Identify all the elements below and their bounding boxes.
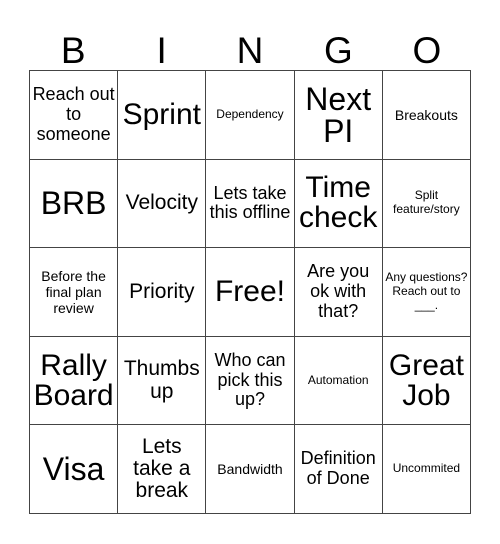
bingo-cell-label: Lets take a break [133,434,191,503]
bingo-cell-label: Priority [129,279,195,303]
bingo-cell-label: Reach out to someone [32,84,115,144]
bingo-cell[interactable]: Sprint [118,71,207,160]
bingo-cell-label: Sprint [122,97,201,131]
bingo-cell[interactable]: Definition of Done [294,425,383,514]
bingo-cell[interactable]: Thumbs up [118,336,207,426]
bingo-cell-label: Thumbs up [123,357,200,403]
bingo-cell[interactable]: Split feature/story [382,159,471,249]
header-letter-b: B [60,30,86,71]
bingo-cell[interactable]: Reach out to someone [30,71,119,160]
bingo-cell-label: Dependency [216,106,284,121]
bingo-cell-label: Who can pick this up? [214,349,286,410]
bingo-cell-label: Great Job [388,348,464,412]
bingo-cell[interactable]: Before the final plan review [30,248,119,337]
bingo-cell-label: Bandwidth [217,461,283,478]
bingo-cell-label: Any questions? Reach out to ___. [385,270,468,312]
bingo-cell[interactable]: BRB [30,159,119,249]
bingo-cell[interactable]: Lets take this offline [206,159,295,249]
bingo-cell[interactable]: Time check [294,159,383,249]
bingo-cell[interactable]: Dependency [206,71,295,160]
bingo-cell-label: Free! [214,274,285,308]
bingo-free-space[interactable]: Free! [206,248,295,337]
header-letter-o: O [412,30,442,71]
bingo-cell-label: Split feature/story [393,188,460,217]
bingo-cell[interactable]: Breakouts [382,71,471,160]
bingo-cell-label: Before the final plan review [41,267,106,317]
bingo-cell[interactable]: Velocity [118,159,207,249]
bingo-cell-label: Automation [307,372,369,387]
header-letter-g: G [324,30,353,71]
bingo-cell[interactable]: Next PI [294,71,383,160]
bingo-cell[interactable]: Uncommited [382,425,471,514]
bingo-cell[interactable]: Great Job [382,336,471,426]
bingo-cell-label: Breakouts [394,106,458,123]
bingo-cell[interactable]: Who can pick this up? [206,336,295,426]
bingo-header: B I N G O [29,12,471,70]
bingo-cell[interactable]: Automation [294,336,383,426]
bingo-cell[interactable]: Lets take a break [118,425,207,514]
bingo-cell[interactable]: Any questions? Reach out to ___. [382,248,471,337]
bingo-grid: Reach out to someone Sprint Dependency Next… [29,70,471,514]
bingo-cell-label: Time check [299,171,378,235]
bingo-card: B I N G O Reach out to someone Sprint Depe… [0,0,500,544]
bingo-cell-label: Are you ok with that? [307,261,370,321]
bingo-cell[interactable]: Bandwidth [206,425,295,514]
bingo-cell-label: Uncommited [392,461,461,476]
bingo-cell-label: Rally Board [33,348,114,412]
bingo-cell[interactable]: Visa [30,425,119,514]
bingo-cell-label: Lets take this offline [209,182,291,223]
bingo-cell-label: Visa [42,451,105,488]
bingo-cell-label: Definition of Done [300,448,376,489]
header-letter-i: I [156,30,167,71]
bingo-cell[interactable]: Are you ok with that? [294,248,383,337]
bingo-cell-label: BRB [40,185,107,222]
bingo-cell[interactable]: Rally Board [30,336,119,426]
bingo-cell[interactable]: Priority [118,248,207,337]
bingo-cell-label: Next PI [305,80,372,149]
bingo-cell-label: Velocity [125,191,198,215]
header-letter-n: N [236,30,264,71]
